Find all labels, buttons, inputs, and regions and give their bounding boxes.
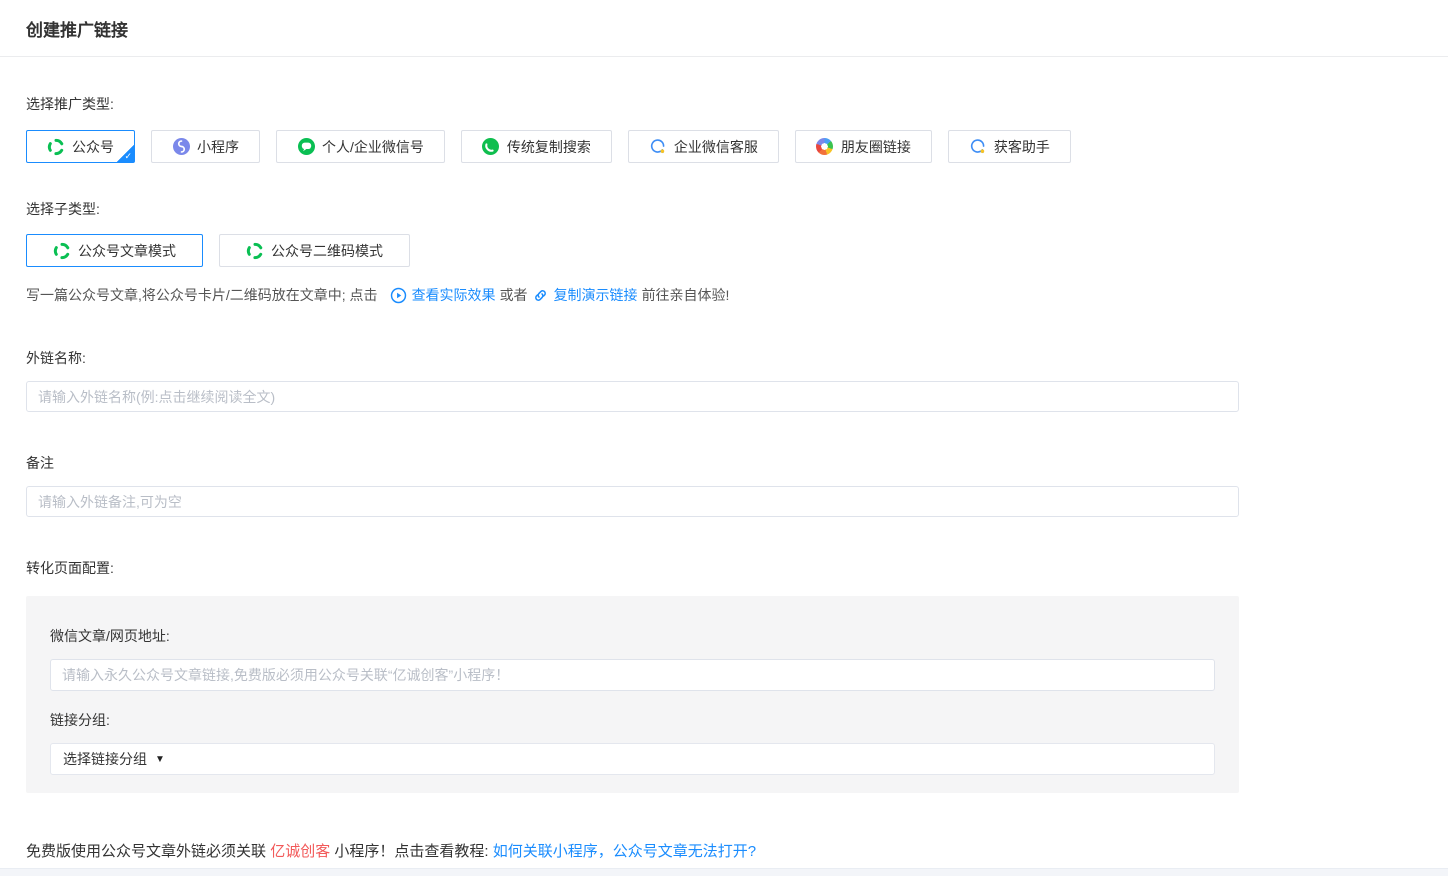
promo-type-label-text: 获客助手 xyxy=(994,137,1050,157)
sub-type-label-text: 公众号文章模式 xyxy=(78,241,176,261)
conversion-config-box: 微信文章/网页地址: 链接分组: 选择链接分组 ▼ xyxy=(26,596,1239,793)
chat-bubble-icon xyxy=(969,138,987,156)
link-group-select[interactable]: 选择链接分组 ▼ xyxy=(50,743,1215,775)
sub-type-label-text: 公众号二维码模式 xyxy=(271,241,383,261)
note-text: 小程序！点击查看教程: xyxy=(334,843,488,860)
sub-type-button-row: 公众号文章模式 公众号二维码模式 xyxy=(26,234,1448,267)
article-url-label: 微信文章/网页地址: xyxy=(50,626,1215,646)
conversion-config-label: 转化页面配置: xyxy=(26,558,1448,578)
promo-type-label-text: 小程序 xyxy=(197,137,239,157)
promo-type-customer-acquisition[interactable]: 获客助手 xyxy=(948,130,1071,163)
promo-type-gongzhonghao[interactable]: 公众号 ✓ xyxy=(26,130,135,163)
hint-text: 写一篇公众号文章,将公众号卡片/二维码放在文章中; 点击 xyxy=(26,285,378,305)
link-group-selected-value: 选择链接分组 xyxy=(63,749,147,769)
promo-type-moments-link[interactable]: 朋友圈链接 xyxy=(795,130,932,163)
main-content: 选择推广类型: 公众号 ✓ xyxy=(0,94,1448,876)
remark-input[interactable] xyxy=(26,486,1239,517)
note-text: 免费版使用公众号文章外链必须关联 xyxy=(26,843,266,860)
copy-demo-link[interactable]: 复制演示链接 xyxy=(554,285,638,305)
chain-link-icon[interactable] xyxy=(532,286,550,304)
chat-bubble-icon xyxy=(649,138,667,156)
play-circle-icon[interactable] xyxy=(390,286,408,304)
note-highlight: 亿诚创客 xyxy=(270,843,330,860)
sub-type-qrcode-mode[interactable]: 公众号二维码模式 xyxy=(219,234,410,267)
wechat-icon xyxy=(297,138,315,156)
article-url-input[interactable] xyxy=(50,659,1215,691)
promo-type-copy-search[interactable]: 传统复制搜索 xyxy=(461,130,612,163)
sub-type-label: 选择子类型: xyxy=(26,199,1448,219)
moments-icon xyxy=(816,138,834,156)
promo-type-label: 选择推广类型: xyxy=(26,94,1448,114)
promo-type-label-text: 企业微信客服 xyxy=(674,137,758,157)
view-demo-link[interactable]: 查看实际效果 xyxy=(412,285,496,305)
remark-label: 备注 xyxy=(26,453,1448,473)
wechat-official-account-icon xyxy=(47,138,65,156)
promo-type-label-text: 公众号 xyxy=(72,137,114,157)
miniprogram-icon xyxy=(172,138,190,156)
hint-text: 前往亲自体验! xyxy=(642,285,730,305)
promo-type-label-text: 传统复制搜索 xyxy=(507,137,591,157)
link-name-label: 外链名称: xyxy=(26,348,1448,368)
promo-type-button-row: 公众号 ✓ 小程序 xyxy=(26,130,1448,163)
copy-search-icon xyxy=(482,138,500,156)
free-version-note: 免费版使用公众号文章外链必须关联 亿诚创客 小程序！点击查看教程: 如何关联小程… xyxy=(26,840,1448,861)
hint-text: 或者 xyxy=(500,285,528,305)
promo-type-miniprogram[interactable]: 小程序 xyxy=(151,130,260,163)
promo-type-personal-wechat[interactable]: 个人/企业微信号 xyxy=(276,130,445,163)
selected-check-icon: ✓ xyxy=(117,145,134,162)
link-group-label: 链接分组: xyxy=(50,710,1215,730)
promo-type-wecom-service[interactable]: 企业微信客服 xyxy=(628,130,779,163)
mode-hint-line: 写一篇公众号文章,将公众号卡片/二维码放在文章中; 点击 查看实际效果 或者 复… xyxy=(26,285,1448,305)
sub-type-article-mode[interactable]: 公众号文章模式 xyxy=(26,234,203,267)
wechat-official-account-icon xyxy=(246,242,264,260)
promo-type-label-text: 个人/企业微信号 xyxy=(322,137,424,157)
page-bottom-strip xyxy=(0,868,1448,876)
tutorial-link[interactable]: 如何关联小程序，公众号文章无法打开? xyxy=(493,843,756,860)
promo-type-label-text: 朋友圈链接 xyxy=(841,137,911,157)
link-name-input[interactable] xyxy=(26,381,1239,412)
page-header: 创建推广链接 xyxy=(0,0,1448,57)
page-title: 创建推广链接 xyxy=(26,16,128,41)
wechat-official-account-icon xyxy=(53,242,71,260)
create-promo-link-page: 创建推广链接 选择推广类型: 公众号 ✓ xyxy=(0,0,1448,876)
chevron-down-icon: ▼ xyxy=(155,754,165,765)
